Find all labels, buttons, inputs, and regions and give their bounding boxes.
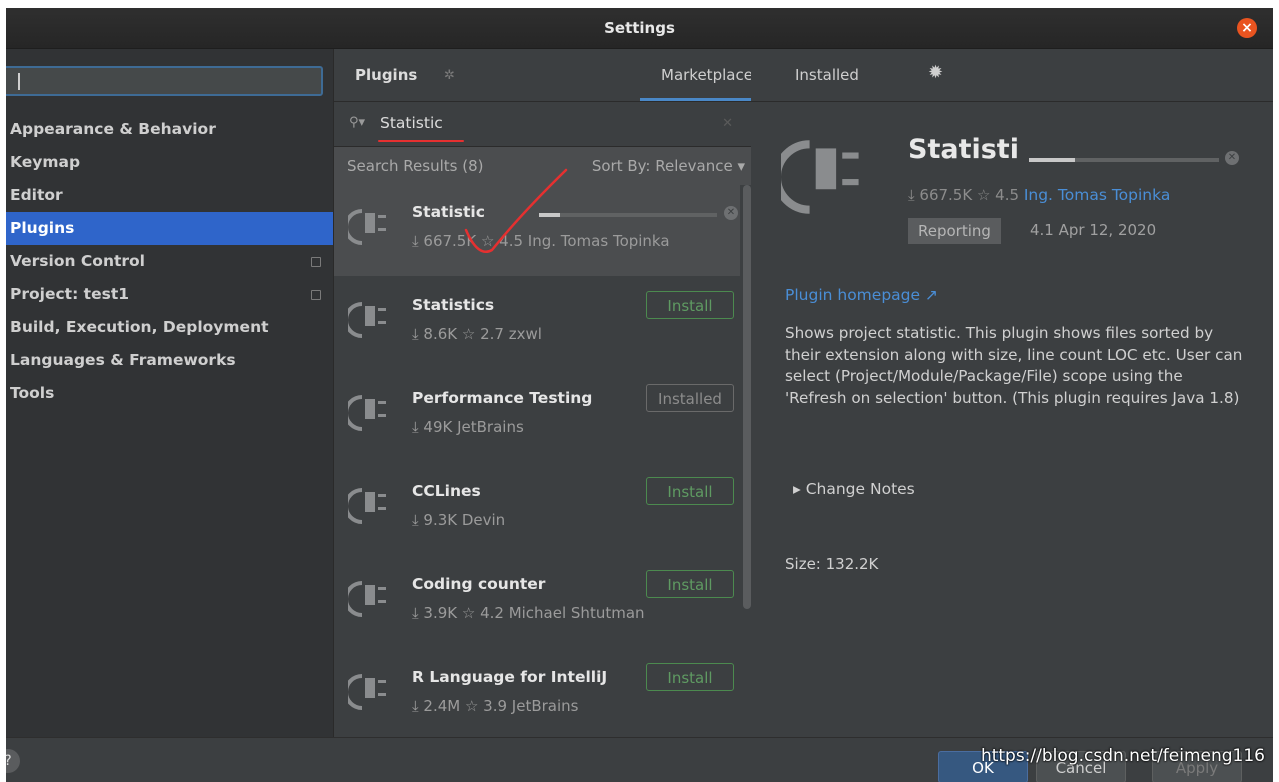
plugin-icon — [348, 674, 386, 710]
detail-plugin-name: Statisti — [908, 134, 1019, 165]
plugin-meta: ⤓ 2.4M ☆ 3.9 JetBrains — [412, 697, 579, 715]
settings-search-input[interactable] — [6, 66, 323, 96]
cancel-download-icon[interactable]: ✕ — [1225, 151, 1239, 165]
plugin-homepage-link[interactable]: Plugin homepage ↗ — [785, 286, 938, 304]
sort-label: Sort By: Relevance — [591, 157, 733, 175]
list-scrollbar[interactable] — [743, 185, 751, 609]
tree-item-editor[interactable]: Editor — [6, 179, 333, 212]
install-button[interactable]: Install — [646, 291, 734, 319]
plugin-icon — [348, 302, 386, 338]
settings-tree: Appearance & Behavior Keymap Editor Plug… — [6, 113, 333, 410]
plugin-name: Statistic — [412, 203, 485, 221]
download-progress-bar — [539, 213, 717, 217]
plugin-meta: ⤓ 49K JetBrains — [412, 418, 524, 436]
plugins-heading: Plugins — [355, 66, 418, 84]
settings-sidebar: Appearance & Behavior Keymap Editor Plug… — [6, 49, 334, 737]
plugin-icon — [348, 209, 386, 245]
tree-item-label: Version Control — [10, 252, 145, 270]
plugin-item-statistics[interactable]: Statistics Install ⤓ 8.6K ☆ 2.7 zxwl — [334, 278, 740, 369]
plugin-item-r-language[interactable]: R Language for IntelliJ Install ⤓ 2.4M ☆… — [334, 650, 740, 737]
title-bar: Settings × — [6, 8, 1273, 49]
plugin-meta: ⤓ 9.3K Devin — [412, 511, 506, 529]
version-date: 4.1 Apr 12, 2020 — [1030, 221, 1157, 239]
tab-marketplace[interactable]: Marketplace — [661, 66, 753, 84]
watermark-url: https://blog.csdn.net/feimeng116 — [980, 746, 1265, 766]
plugin-meta: ⤓ 3.9K ☆ 4.2 Michael Shtutman — [412, 604, 645, 622]
tree-item-tools[interactable]: Tools — [6, 377, 333, 410]
settings-window: Settings × Appearance & Behavior Keymap … — [6, 8, 1273, 782]
installed-button[interactable]: Installed — [646, 384, 734, 412]
cancel-download-icon[interactable]: ✕ — [724, 206, 738, 220]
plugin-item-coding-counter[interactable]: Coding counter Install ⤓ 3.9K ☆ 4.2 Mich… — [334, 557, 740, 648]
chevron-down-icon: ▾ — [737, 157, 745, 175]
plugin-detail-panel: Statisti ✕ ⤓ 667.5K ☆ 4.5 Ing. Tomas Top… — [751, 102, 1273, 737]
plugin-search[interactable]: ⚲▾ Statistic ✕ — [334, 102, 751, 147]
plugin-description: Shows project statistic. This plugin sho… — [785, 324, 1243, 407]
plugin-large-icon — [781, 140, 859, 214]
plugins-header-right: Installed ✹ — [751, 49, 1273, 102]
detail-meta: ⤓ 667.5K ☆ 4.5 Ing. Tomas Topinka — [908, 186, 1170, 204]
plugin-icon — [348, 395, 386, 431]
sort-dropdown[interactable]: Sort By: Relevance ▾ — [592, 157, 745, 175]
plugins-header: Plugins ✲ Marketplace — [334, 49, 775, 102]
plugin-results-list: Statistic ✕ ⤓ 667.5K ☆ 4.5 Ing. Tomas To… — [334, 185, 751, 737]
install-button[interactable]: Install — [646, 477, 734, 505]
plugin-list-panel: ⚲▾ Statistic ✕ Search Results (8) Sort B… — [334, 102, 752, 737]
plugin-meta: ⤓ 667.5K ☆ 4.5 Ing. Tomas Topinka — [412, 232, 670, 250]
loading-spinner-icon: ✲ — [444, 68, 455, 83]
plugin-name: Coding counter — [412, 575, 546, 593]
help-icon[interactable]: ? — [6, 749, 20, 773]
change-notes-toggle[interactable]: ▸ Change Notes — [793, 480, 915, 498]
install-button[interactable]: Install — [646, 570, 734, 598]
gear-icon[interactable]: ✹ — [928, 62, 943, 83]
clear-icon[interactable]: ✕ — [722, 116, 733, 131]
rating: ☆ 4.5 — [976, 186, 1020, 204]
plugin-item-performance-testing[interactable]: Performance Testing Installed ⤓ 49K JetB… — [334, 371, 740, 462]
plugin-size: Size: 132.2K — [785, 555, 879, 573]
detail-progress-bar — [1029, 158, 1219, 162]
vendor-link[interactable]: Ing. Tomas Topinka — [1024, 186, 1171, 204]
plugin-icon — [348, 581, 386, 617]
plugin-item-statistic[interactable]: Statistic ✕ ⤓ 667.5K ☆ 4.5 Ing. Tomas To… — [334, 185, 740, 276]
category-tag[interactable]: Reporting — [908, 218, 1001, 244]
tree-item-label: Project: test1 — [10, 285, 130, 303]
red-annotation-underline — [378, 140, 464, 142]
plugin-meta: ⤓ 8.6K ☆ 2.7 zxwl — [412, 325, 542, 343]
plugin-icon — [348, 488, 386, 524]
results-header: Search Results (8) Sort By: Relevance ▾ — [334, 147, 751, 185]
triangle-right-icon: ▸ — [793, 480, 801, 498]
plugin-name: Performance Testing — [412, 389, 593, 407]
window-title: Settings — [604, 19, 675, 37]
plugin-name: CCLines — [412, 482, 481, 500]
tree-item-languages[interactable]: Languages & Frameworks — [6, 344, 333, 377]
progress-fill — [1029, 158, 1075, 162]
tree-item-keymap[interactable]: Keymap — [6, 146, 333, 179]
tree-item-plugins[interactable]: Plugins — [6, 212, 333, 245]
downloads-count: ⤓ 667.5K — [908, 186, 973, 204]
search-icon: ⚲▾ — [349, 115, 366, 130]
text-caret — [18, 73, 20, 90]
results-count: Search Results (8) — [347, 157, 484, 175]
tree-item-version-control[interactable]: Version Control — [6, 245, 333, 278]
close-icon[interactable]: × — [1237, 18, 1257, 38]
change-notes-label: Change Notes — [805, 480, 915, 498]
install-button[interactable]: Install — [646, 663, 734, 691]
progress-fill — [539, 213, 561, 217]
plugin-search-input[interactable]: Statistic — [380, 114, 443, 132]
project-scope-icon — [311, 290, 321, 300]
plugin-item-cclines[interactable]: CCLines Install ⤓ 9.3K Devin — [334, 464, 740, 555]
plugin-name: Statistics — [412, 296, 495, 314]
project-scope-icon — [311, 257, 321, 267]
tab-installed[interactable]: Installed — [795, 66, 859, 84]
tree-item-build[interactable]: Build, Execution, Deployment — [6, 311, 333, 344]
plugin-name: R Language for IntelliJ — [412, 668, 608, 686]
tree-item-project[interactable]: Project: test1 — [6, 278, 333, 311]
tree-item-appearance[interactable]: Appearance & Behavior — [6, 113, 333, 146]
